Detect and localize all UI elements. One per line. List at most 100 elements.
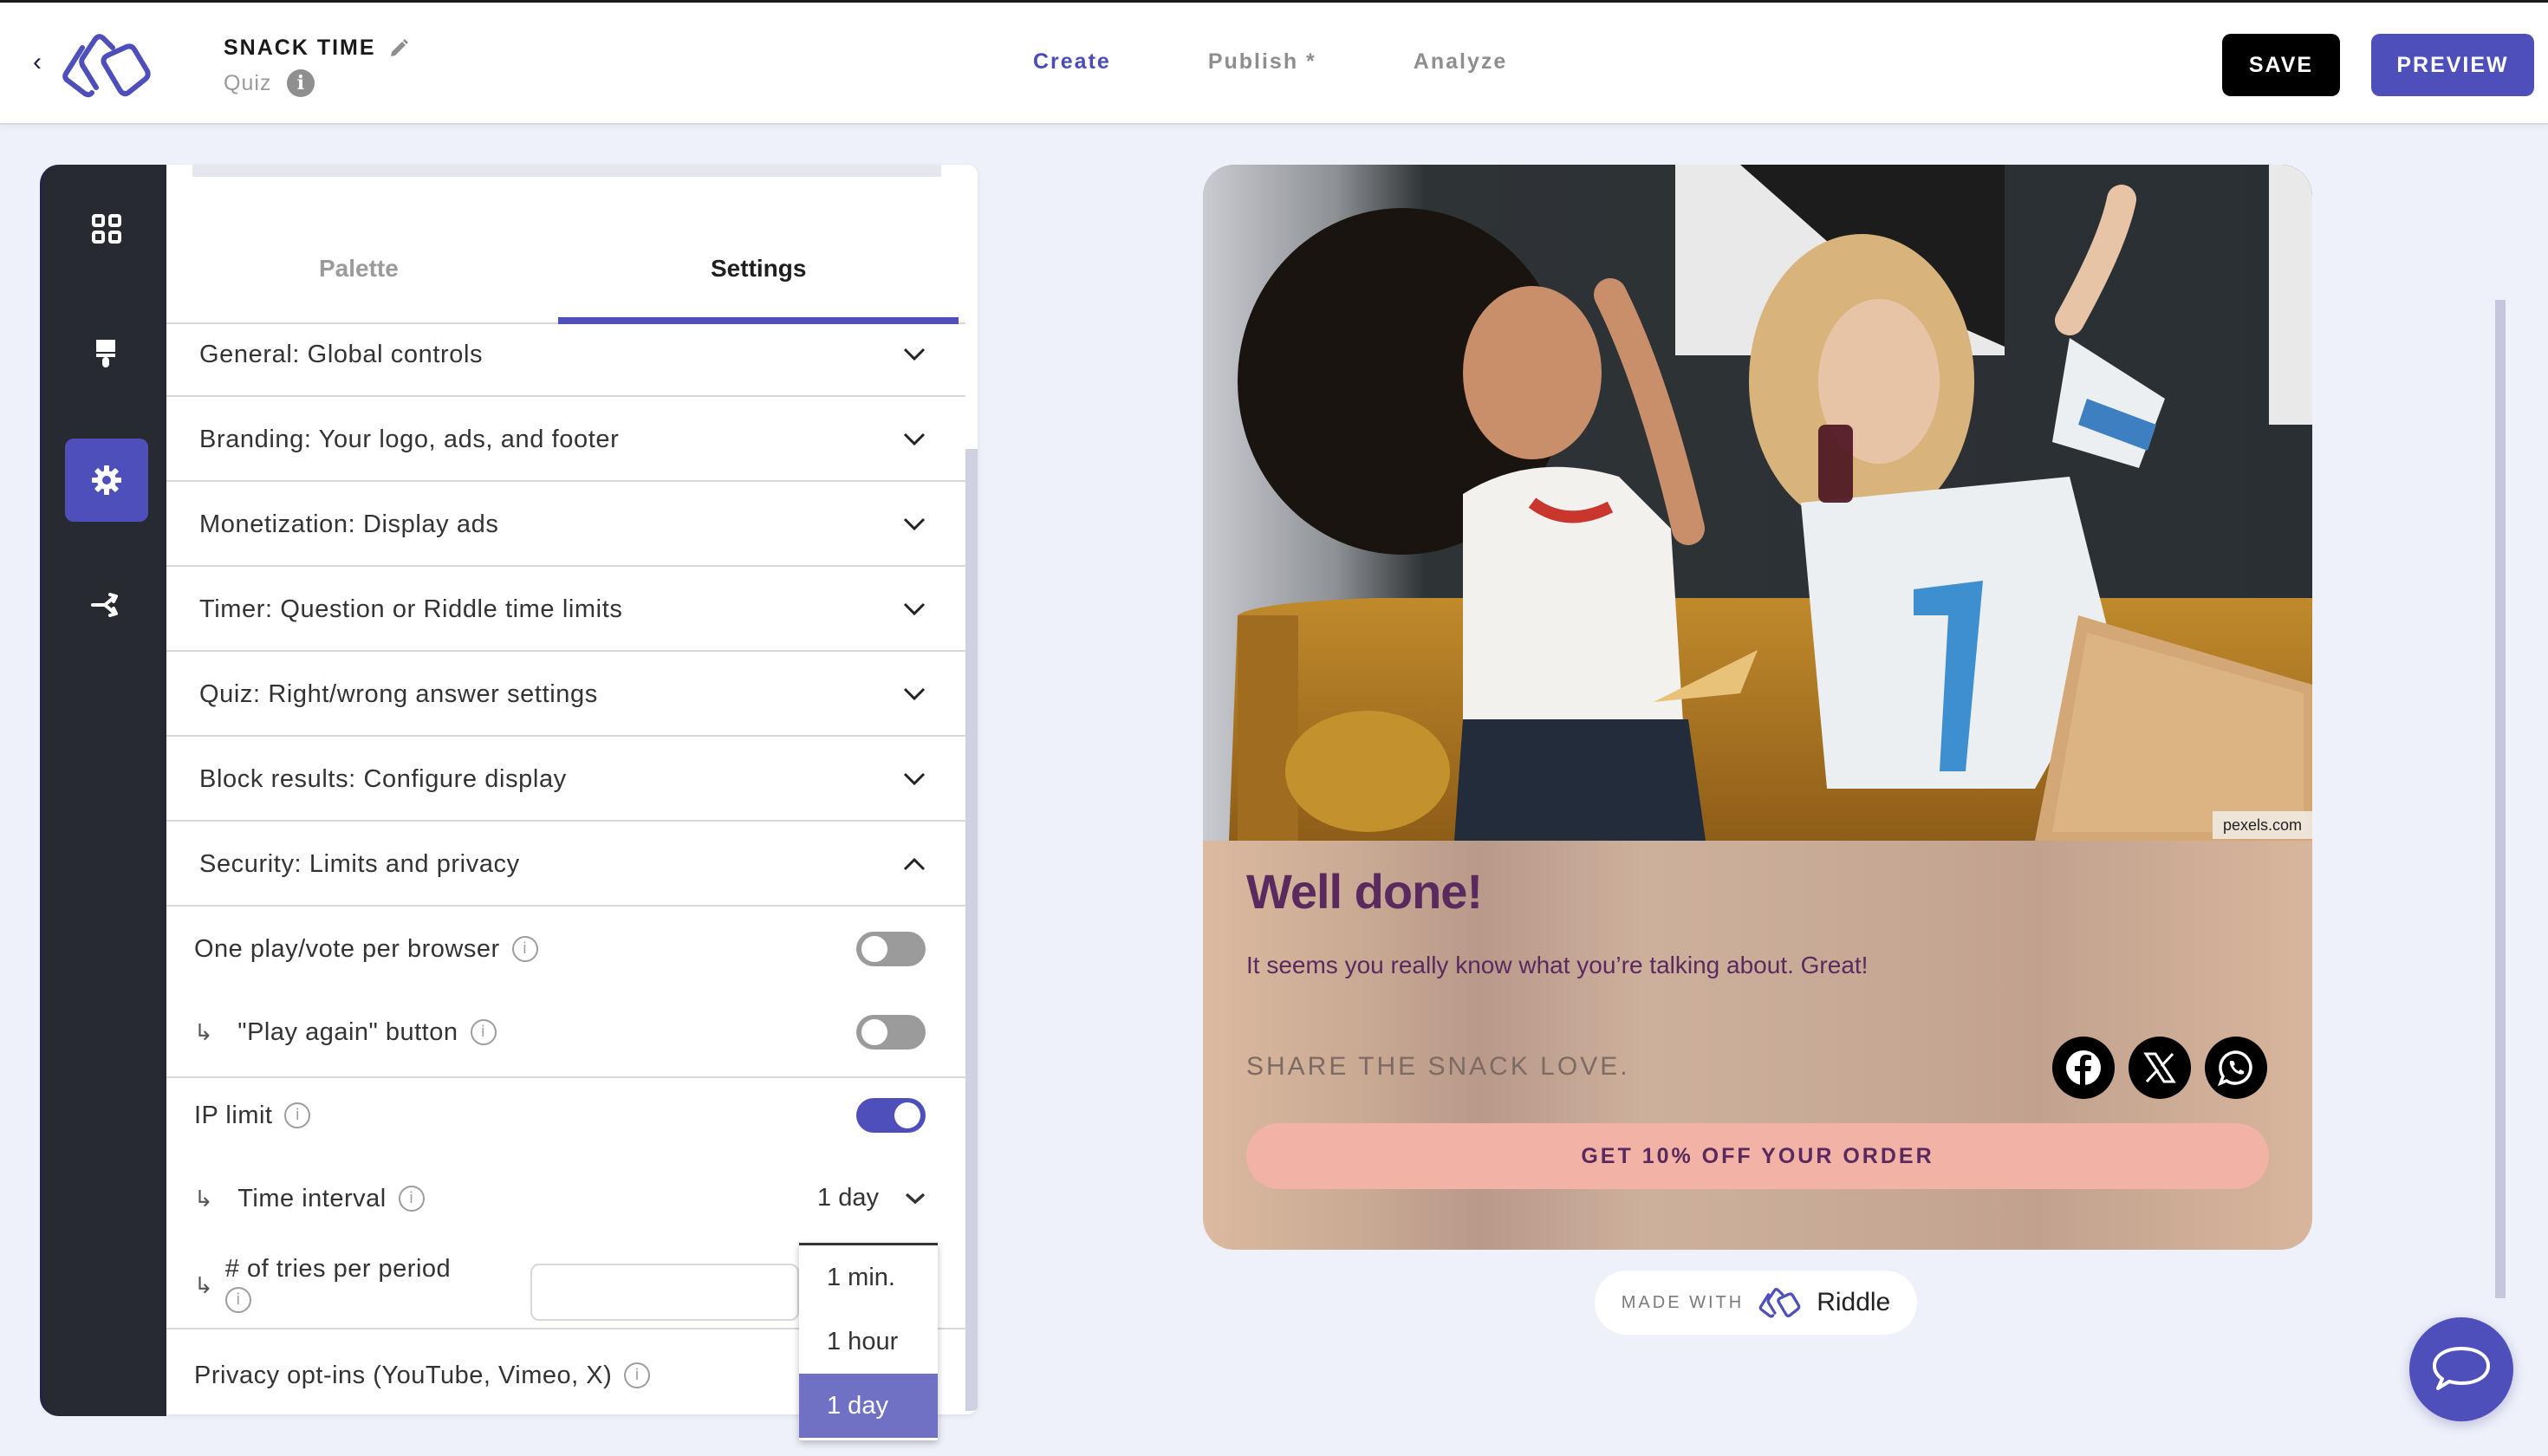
sub-setting-arrow-icon: ↳ xyxy=(194,1272,213,1298)
section-branding[interactable]: Branding: Your logo, ads, and footer xyxy=(166,399,965,482)
section-label: General: Global controls xyxy=(199,340,484,368)
chevron-down-icon xyxy=(903,517,926,531)
riddle-brand-text: Riddle xyxy=(1817,1288,1891,1316)
section-label: Monetization: Display ads xyxy=(199,510,499,538)
time-interval-text: Time interval xyxy=(237,1184,387,1212)
top-bar: ‹ SNACK TIME Quiz i Create Publish * Ana… xyxy=(0,0,2548,125)
nav-publish[interactable]: Publish * xyxy=(1208,49,1316,75)
section-general[interactable]: General: Global controls xyxy=(166,314,965,397)
made-with-label: MADE WITH xyxy=(1621,1292,1745,1312)
facebook-icon[interactable] xyxy=(2052,1037,2115,1099)
result-photo xyxy=(1203,165,2312,841)
chevron-down-icon xyxy=(903,602,926,616)
info-icon[interactable]: i xyxy=(624,1362,651,1388)
section-label: Quiz: Right/wrong answer settings xyxy=(199,679,598,708)
time-interval-row: ↳ Time interval i 1 day xyxy=(166,1177,965,1220)
panel-top-strip xyxy=(192,165,941,177)
one-play-toggle[interactable] xyxy=(856,932,926,966)
project-type-text: Quiz xyxy=(224,70,272,95)
tab-palette[interactable]: Palette xyxy=(319,255,399,283)
save-button[interactable]: SAVE xyxy=(2222,34,2340,96)
toggle-knob xyxy=(861,936,887,962)
project-title[interactable]: SNACK TIME xyxy=(224,36,409,61)
time-interval-label: ↳ Time interval i xyxy=(194,1185,425,1213)
tries-label: # of tries per period i xyxy=(224,1255,452,1313)
dropdown-option[interactable]: 1 min. xyxy=(799,1245,938,1310)
riddle-logo-icon[interactable] xyxy=(59,32,156,98)
icon-rail xyxy=(40,165,166,1416)
grid-icon xyxy=(92,214,121,244)
time-interval-value: 1 day xyxy=(817,1184,879,1212)
settings-panel: Palette Settings General: Global control… xyxy=(166,165,978,1414)
preview-button[interactable]: PREVIEW xyxy=(2371,34,2534,96)
chevron-down-icon xyxy=(903,687,926,701)
play-again-toggle[interactable] xyxy=(856,1015,926,1050)
section-quiz[interactable]: Quiz: Right/wrong answer settings xyxy=(166,653,965,737)
one-play-row: One play/vote per browser i xyxy=(166,927,965,971)
sub-setting-arrow-icon: ↳ xyxy=(194,1185,214,1212)
section-label: Timer: Question or Riddle time limits xyxy=(199,595,623,623)
section-timer[interactable]: Timer: Question or Riddle time limits xyxy=(166,569,965,652)
paintbrush-icon xyxy=(96,340,115,367)
nav-analyze[interactable]: Analyze xyxy=(1414,49,1507,75)
rail-item-settings[interactable] xyxy=(65,439,148,522)
gear-icon xyxy=(92,465,121,495)
x-icon[interactable] xyxy=(2129,1037,2191,1099)
ip-limit-label: IP limit i xyxy=(194,1101,311,1130)
share-label: SHARE THE SNACK LOVE. xyxy=(1246,1052,1630,1081)
rail-item-blocks[interactable] xyxy=(65,187,148,270)
chevron-down-icon xyxy=(903,432,926,446)
privacy-label: Privacy opt-ins (YouTube, Vimeo, X) i xyxy=(194,1361,651,1390)
chevron-down-icon xyxy=(903,772,926,786)
made-with-riddle-badge[interactable]: MADE WITH Riddle xyxy=(1595,1271,1917,1335)
result-text: It seems you really know what you’re tal… xyxy=(1246,952,1869,978)
info-icon[interactable]: i xyxy=(287,69,315,97)
main-nav: Create Publish * Analyze xyxy=(1033,49,1507,75)
cta-button[interactable]: GET 10% OFF YOUR ORDER xyxy=(1246,1123,2269,1189)
rail-item-design[interactable] xyxy=(65,312,148,395)
ip-limit-row: IP limit i xyxy=(166,1094,965,1137)
privacy-text: Privacy opt-ins (YouTube, Vimeo, X) xyxy=(194,1361,613,1389)
project-title-text: SNACK TIME xyxy=(224,36,376,60)
chat-button[interactable] xyxy=(2409,1317,2513,1421)
panel-scrollbar[interactable] xyxy=(965,449,978,1411)
tab-settings[interactable]: Settings xyxy=(711,255,806,283)
info-icon[interactable]: i xyxy=(224,1287,251,1313)
rail-item-logic[interactable] xyxy=(65,563,148,647)
time-interval-select[interactable]: 1 day xyxy=(817,1184,926,1212)
riddle-logo-icon xyxy=(1758,1288,1801,1318)
dropdown-option[interactable]: 1 hour xyxy=(799,1310,938,1374)
nav-create[interactable]: Create xyxy=(1033,49,1111,75)
info-icon[interactable]: i xyxy=(511,936,538,962)
ip-limit-text: IP limit xyxy=(194,1101,273,1129)
back-chevron-icon[interactable]: ‹ xyxy=(33,49,50,75)
section-block-results[interactable]: Block results: Configure display xyxy=(166,738,965,822)
preview-scrollbar[interactable] xyxy=(2495,300,2506,1298)
tries-input[interactable] xyxy=(530,1264,799,1321)
dropdown-option-selected[interactable]: 1 day xyxy=(799,1374,938,1438)
toggle-knob xyxy=(894,1102,920,1128)
one-play-text: One play/vote per browser xyxy=(194,934,500,963)
chevron-down-icon xyxy=(903,348,926,361)
info-icon[interactable]: i xyxy=(284,1102,311,1128)
time-interval-dropdown: 1 min. 1 hour 1 day xyxy=(799,1243,938,1440)
share-icons xyxy=(2052,1037,2267,1099)
photo-credit: pexels.com xyxy=(2212,811,2312,839)
section-label: Security: Limits and privacy xyxy=(199,849,520,878)
ip-limit-toggle[interactable] xyxy=(856,1098,926,1133)
info-icon[interactable]: i xyxy=(470,1019,497,1045)
section-monetization[interactable]: Monetization: Display ads xyxy=(166,484,965,567)
chevron-up-icon xyxy=(903,857,926,871)
result-title: Well done! xyxy=(1246,864,1483,919)
section-security[interactable]: Security: Limits and privacy xyxy=(166,823,965,907)
play-again-text: "Play again" button xyxy=(237,1017,458,1046)
pencil-icon[interactable] xyxy=(388,38,409,59)
divider xyxy=(166,1076,965,1078)
tries-text: # of tries per period xyxy=(224,1255,452,1283)
section-label: Branding: Your logo, ads, and footer xyxy=(199,425,620,453)
project-type: Quiz i xyxy=(224,69,409,97)
play-again-row: ↳ "Play again" button i xyxy=(166,1011,965,1054)
whatsapp-icon[interactable] xyxy=(2205,1037,2267,1099)
result-preview-card: pexels.com Well done! It seems you reall… xyxy=(1203,165,2312,1250)
info-icon[interactable]: i xyxy=(398,1186,425,1212)
